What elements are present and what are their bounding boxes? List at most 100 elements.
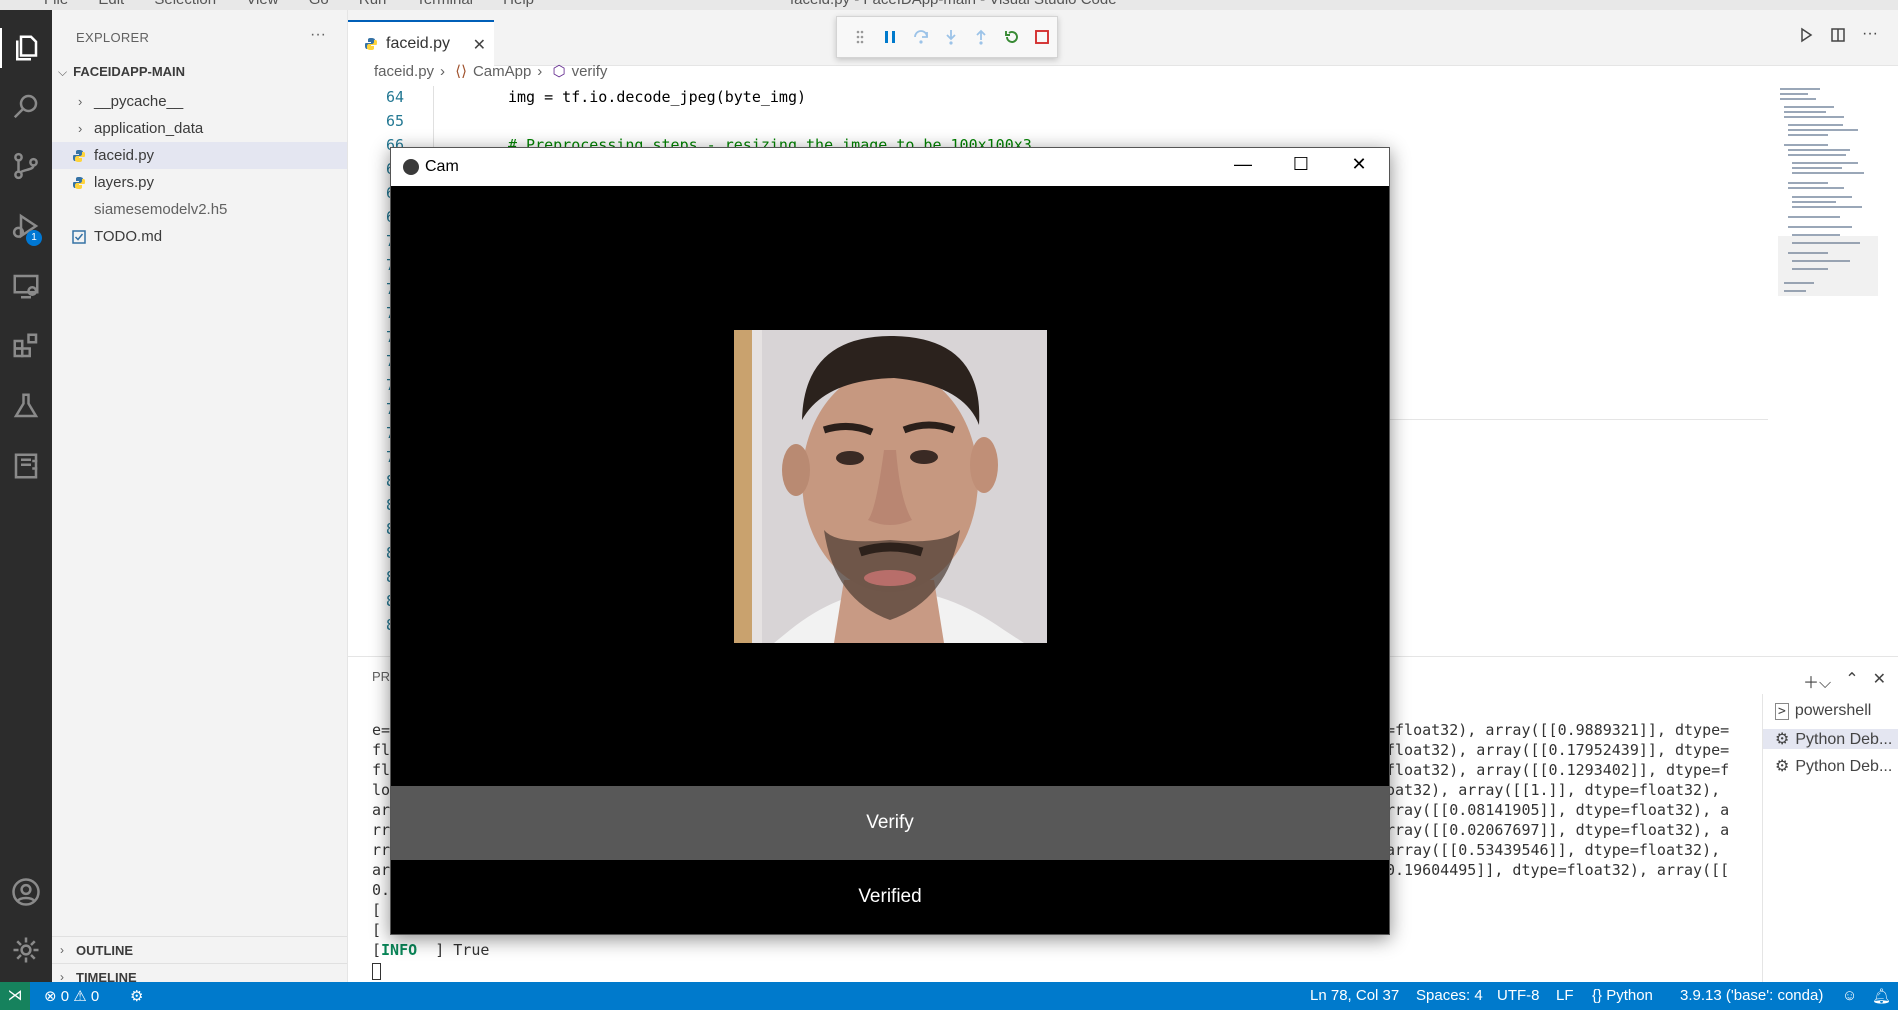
language-mode[interactable]: {} Python [1592, 987, 1653, 1004]
close-icon[interactable]: ✕ [1873, 669, 1886, 693]
debug-badge: 1 [26, 230, 42, 246]
run-debug-icon[interactable]: 1 [0, 200, 52, 252]
activity-bar: 1 [0, 10, 52, 982]
tree-item-layers[interactable]: layers.py [52, 169, 347, 196]
terminal-item-powershell[interactable]: > powershell [1775, 702, 1871, 720]
terminal-cursor [372, 963, 381, 980]
encoding[interactable]: UTF-8 [1497, 987, 1540, 1004]
split-editor-icon[interactable] [1830, 27, 1846, 43]
bell-icon[interactable]: 🔔︎ [1872, 987, 1891, 1005]
terminal-line: [ [372, 901, 382, 919]
breadcrumb-class[interactable]: CamApp [473, 63, 531, 80]
workspace-root[interactable]: ⌵ FACEIDAPP-MAIN [58, 64, 185, 80]
debug-icon: ⚙ [1775, 758, 1790, 775]
terminal-item-python-debug-1[interactable]: ⚙ Python Deb... [1763, 729, 1898, 749]
feedback-icon[interactable]: ☺ [1842, 987, 1857, 1004]
tree-item-application-data[interactable]: › application_data [52, 115, 347, 142]
menu-help[interactable]: Help [503, 0, 534, 8]
outline-label: OUTLINE [76, 943, 134, 958]
maximize-button[interactable]: ☐ [1281, 154, 1321, 180]
webcam-feed [734, 330, 1047, 643]
tree-item-label: layers.py [94, 174, 155, 191]
terminal-line: rray([[0.08141905]], dtype=float32), a [1386, 801, 1730, 819]
source-control-icon[interactable] [0, 140, 52, 192]
tree-item-siamesemodel[interactable]: siamesemodelv2.h5 [52, 196, 347, 223]
terminal-line: 0.19604495]], dtype=float32), array([[ [1386, 861, 1730, 879]
debug-toolbar [836, 16, 1058, 58]
step-out-icon[interactable] [966, 22, 996, 52]
minimize-button[interactable]: — [1223, 154, 1263, 180]
step-into-icon[interactable] [936, 22, 966, 52]
warning-icon: ⚠ [73, 988, 87, 1005]
maximize-panel-icon[interactable]: ⌃ [1845, 669, 1858, 693]
explorer-icon[interactable] [0, 22, 52, 74]
terminal-line: ar [372, 801, 391, 819]
chevron-right-icon: › [78, 121, 83, 136]
close-icon[interactable]: ✕ [473, 35, 486, 55]
menu-run[interactable]: Run [359, 0, 387, 8]
cursor-position[interactable]: Ln 78, Col 37 [1310, 987, 1399, 1004]
account-icon[interactable] [0, 866, 52, 918]
cam-window-title: Cam [425, 158, 459, 175]
outline-section[interactable]: › OUTLINE [52, 936, 347, 963]
menu-view[interactable]: View [246, 0, 278, 8]
indentation[interactable]: Spaces: 4 [1416, 987, 1483, 1004]
tree-item-pycache[interactable]: › __pycache__ [52, 88, 347, 115]
remote-explorer-icon[interactable] [0, 260, 52, 312]
python-interpreter[interactable]: 3.9.13 ('base': conda) [1680, 987, 1823, 1004]
menu-go[interactable]: Go [309, 0, 329, 8]
error-count: 0 [60, 988, 70, 1005]
terminal-line: rray([[0.02067697]], dtype=float32), a [1386, 821, 1730, 839]
terminal-line: [ [372, 921, 382, 939]
tree-item-faceid[interactable]: faceid.py [52, 142, 347, 169]
python-file-icon [73, 177, 85, 189]
method-icon: ⬡ [552, 63, 566, 80]
pause-icon[interactable] [875, 22, 905, 52]
terminal-info-tag: INFO [381, 941, 418, 959]
menu-selection[interactable]: Selection [154, 0, 216, 8]
menu-file[interactable]: File [44, 0, 68, 8]
line-number: 65 [385, 112, 404, 130]
chevron-right-icon: › [537, 63, 543, 80]
terminal-icon: > [1775, 703, 1789, 720]
remote-icon[interactable]: ⋊ [0, 982, 30, 1010]
terminal-item-label: powershell [1794, 702, 1872, 719]
breadcrumb-file[interactable]: faceid.py [374, 63, 434, 80]
stop-icon[interactable] [1027, 22, 1057, 52]
restart-icon[interactable] [996, 22, 1026, 52]
add-terminal-icon[interactable]: ＋⌵ [1803, 669, 1831, 693]
tab-faceid[interactable]: faceid.py ✕ [348, 20, 494, 66]
drag-handle-icon[interactable] [845, 22, 875, 52]
terminal-info-text: ] True [435, 941, 490, 959]
terminal-item-python-debug-2[interactable]: ⚙ Python Deb... [1775, 756, 1892, 776]
extensions-icon[interactable] [0, 320, 52, 372]
menu-terminal[interactable]: Terminal [416, 0, 473, 8]
cam-titlebar[interactable]: Cam — ☐ ✕ [391, 148, 1389, 186]
notebook-icon[interactable] [0, 440, 52, 492]
tree-item-label: TODO.md [94, 228, 163, 245]
search-icon[interactable] [0, 80, 52, 132]
line-number: 64 [385, 88, 404, 106]
verify-button[interactable]: Verify [391, 786, 1389, 860]
class-icon: ⟨⟩ [455, 63, 467, 80]
minimap-viewport[interactable] [1778, 236, 1878, 296]
line-ending[interactable]: LF [1556, 987, 1574, 1004]
step-over-icon[interactable] [906, 22, 936, 52]
terminal-list: > powershell ⚙ Python Deb... ⚙ Python Deb..… [1762, 694, 1898, 982]
debug-launch-icon[interactable]: ⚙ [130, 987, 143, 1005]
python-file-icon [365, 38, 377, 50]
menu-bar: File Edit Selection View Go Run Terminal… [44, 0, 560, 8]
breadcrumb-method[interactable]: verify [572, 63, 608, 80]
testing-icon[interactable] [0, 380, 52, 432]
close-button[interactable]: ✕ [1339, 154, 1379, 180]
run-icon[interactable] [1798, 27, 1814, 43]
cam-window: Cam — ☐ ✕ Verify Verified [390, 147, 1390, 935]
tree-item-todo[interactable]: TODO.md [52, 223, 347, 250]
minimap[interactable] [1778, 86, 1878, 336]
warning-count: 0 [90, 988, 100, 1005]
more-actions-icon[interactable]: ··· [310, 26, 326, 44]
menu-edit[interactable]: Edit [98, 0, 124, 8]
problems-indicator[interactable]: ⊗ 0 ⚠ 0 [44, 987, 99, 1005]
more-actions-icon[interactable]: ··· [1862, 26, 1878, 43]
gear-icon[interactable] [0, 924, 52, 976]
